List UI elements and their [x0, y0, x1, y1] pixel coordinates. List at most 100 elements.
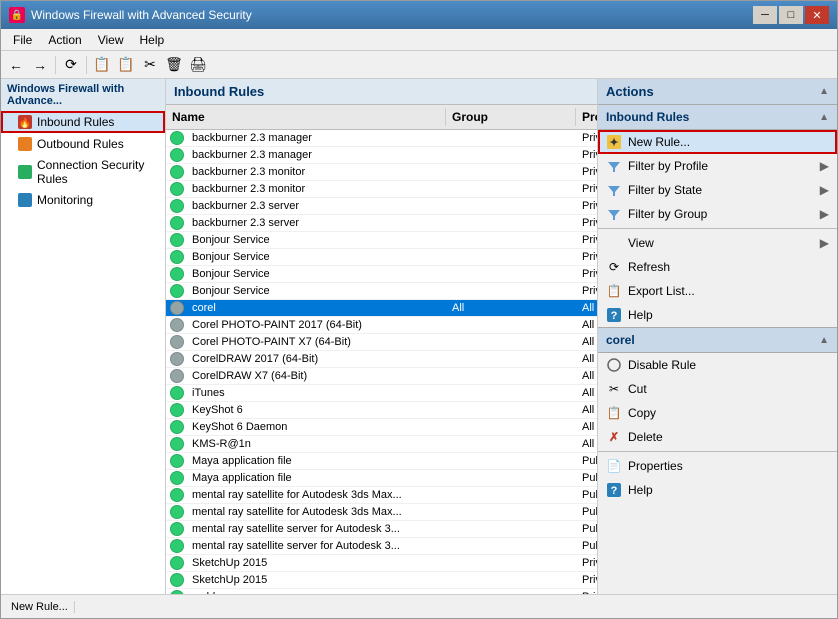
cell-group	[446, 222, 576, 224]
table-row[interactable]: backburner 2.3 managerPrivateYes	[166, 130, 597, 147]
table-row[interactable]: SketchUp 2015PrivateYes	[166, 555, 597, 572]
cell-group	[446, 341, 576, 343]
action-filter-state[interactable]: Filter by State ▶	[598, 178, 837, 202]
actions-main-header: Actions ▲	[598, 79, 837, 105]
cell-profile: Public	[576, 488, 597, 502]
svg-text:🔥: 🔥	[19, 116, 31, 129]
sidebar-item-monitoring[interactable]: Monitoring	[1, 189, 165, 211]
table-row[interactable]: corelAllAllYes	[166, 300, 597, 317]
action-disable-rule[interactable]: Disable Rule	[598, 353, 837, 377]
maximize-button[interactable]: □	[779, 6, 803, 24]
cell-profile: Public	[576, 454, 597, 468]
col-header-name[interactable]: Name	[166, 108, 446, 126]
action-properties[interactable]: 📄 Properties	[598, 454, 837, 478]
cell-group	[446, 239, 576, 241]
table-row[interactable]: backburner 2.3 monitorPrivateYes	[166, 181, 597, 198]
menu-help[interactable]: Help	[132, 31, 173, 49]
menu-bar: File Action View Help	[1, 29, 837, 51]
table-row[interactable]: Maya application filePublicYes	[166, 470, 597, 487]
table-row[interactable]: mental ray satellite server for Autodesk…	[166, 538, 597, 555]
toolbar-copy[interactable]: 📋	[91, 54, 113, 76]
action-delete[interactable]: ✗ Delete	[598, 425, 837, 449]
action-filter-group[interactable]: Filter by Group ▶	[598, 202, 837, 226]
toolbar-sep-2	[86, 56, 87, 74]
green-status-icon	[170, 284, 184, 298]
sidebar-item-connection[interactable]: Connection Security Rules	[1, 155, 165, 189]
action-help-corel[interactable]: ? Help	[598, 478, 837, 502]
cell-profile: All	[576, 386, 597, 400]
cell-profile: Private	[576, 556, 597, 570]
toolbar-back[interactable]: ←	[5, 54, 27, 76]
table-row[interactable]: mental ray satellite server for Autodesk…	[166, 521, 597, 538]
table-row[interactable]: Corel PHOTO-PAINT X7 (64-Bit)AllYes	[166, 334, 597, 351]
delete-icon: ✗	[606, 429, 622, 445]
cell-profile: Private	[576, 199, 597, 213]
table-row[interactable]: backburner 2.3 managerPrivateYes	[166, 147, 597, 164]
minimize-button[interactable]: ─	[753, 6, 777, 24]
table-row[interactable]: KeyShot 6 DaemonAllYes	[166, 419, 597, 436]
table-row[interactable]: mental ray satellite for Autodesk 3ds Ma…	[166, 487, 597, 504]
filter-state-label: Filter by State	[628, 183, 702, 197]
table-row[interactable]: iTunesAllYes	[166, 385, 597, 402]
menu-view[interactable]: View	[90, 31, 132, 49]
table-row[interactable]: backburner 2.3 serverPrivateYes	[166, 215, 597, 232]
action-new-rule[interactable]: ✦ New Rule...	[598, 130, 837, 154]
table-row[interactable]: KMS-R@1nAllYes	[166, 436, 597, 453]
action-copy[interactable]: 📋 Copy	[598, 401, 837, 425]
sidebar-item-inbound[interactable]: 🔥 Inbound Rules	[1, 111, 165, 133]
corel-section: corel ▲ Disable Rule ✂ Cut 📋	[598, 327, 837, 502]
cell-group	[446, 154, 576, 156]
cell-name: mental ray satellite server for Autodesk…	[186, 522, 446, 536]
table-row[interactable]: KeyShot 6AllYes	[166, 402, 597, 419]
main-window: 🔒 Windows Firewall with Advanced Securit…	[0, 0, 838, 619]
toolbar-forward[interactable]: →	[29, 54, 51, 76]
cell-profile: Private	[576, 284, 597, 298]
toolbar-print[interactable]: 🖨	[187, 54, 209, 76]
table-body[interactable]: backburner 2.3 managerPrivateYesbackburn…	[166, 130, 597, 594]
status-new-rule[interactable]: New Rule...	[5, 601, 75, 613]
table-row[interactable]: Bonjour ServicePrivateYes	[166, 283, 597, 300]
sidebar-label-monitoring: Monitoring	[37, 193, 93, 207]
table-row[interactable]: Maya application filePublicYes	[166, 453, 597, 470]
sidebar-label-inbound: Inbound Rules	[37, 115, 114, 129]
row-icon	[166, 539, 186, 553]
table-row[interactable]: Corel PHOTO-PAINT 2017 (64-Bit)AllYes	[166, 317, 597, 334]
cell-name: backburner 2.3 manager	[186, 131, 446, 145]
gray-status-icon	[170, 335, 184, 349]
action-help-inbound[interactable]: ? Help	[598, 303, 837, 327]
close-button[interactable]: ✕	[805, 6, 829, 24]
action-view[interactable]: View ▶	[598, 231, 837, 255]
table-row[interactable]: Bonjour ServicePrivateYes	[166, 249, 597, 266]
table-row[interactable]: backburner 2.3 monitorPrivateYes	[166, 164, 597, 181]
col-header-profile[interactable]: Profile	[576, 108, 597, 126]
toolbar-paste[interactable]: 📋	[115, 54, 137, 76]
toolbar-cut[interactable]: ✂	[139, 54, 161, 76]
table-row[interactable]: CorelDRAW 2017 (64-Bit)AllYes	[166, 351, 597, 368]
col-header-group[interactable]: Group	[446, 108, 576, 126]
gray-status-icon	[170, 301, 184, 315]
cell-name: backburner 2.3 monitor	[186, 165, 446, 179]
actions-scroll-up[interactable]: ▲	[819, 86, 829, 97]
table-row[interactable]: Bonjour ServicePrivateYes	[166, 232, 597, 249]
row-icon	[166, 216, 186, 230]
table-row[interactable]: mental ray satellite for Autodesk 3ds Ma…	[166, 504, 597, 521]
cell-name: KeyShot 6 Daemon	[186, 420, 446, 434]
menu-action[interactable]: Action	[40, 31, 89, 49]
toolbar-delete[interactable]: 🗑	[163, 54, 185, 76]
cell-group	[446, 273, 576, 275]
table-row[interactable]: Bonjour ServicePrivateYes	[166, 266, 597, 283]
row-icon	[166, 369, 186, 383]
properties-label: Properties	[628, 459, 683, 473]
sidebar-item-outbound[interactable]: Outbound Rules	[1, 133, 165, 155]
cell-group	[446, 171, 576, 173]
action-filter-profile[interactable]: Filter by Profile ▶	[598, 154, 837, 178]
table-row[interactable]: SketchUp 2015PrivateYes	[166, 572, 597, 589]
toolbar-refresh[interactable]: ⟳	[60, 54, 82, 76]
menu-file[interactable]: File	[5, 31, 40, 49]
action-export-list[interactable]: 📋 Export List...	[598, 279, 837, 303]
table-row[interactable]: CorelDRAW X7 (64-Bit)AllYes	[166, 368, 597, 385]
table-header: Name Group Profile Enabled	[166, 105, 597, 130]
table-row[interactable]: backburner 2.3 serverPrivateYes	[166, 198, 597, 215]
action-cut[interactable]: ✂ Cut	[598, 377, 837, 401]
action-refresh[interactable]: ⟳ Refresh	[598, 255, 837, 279]
